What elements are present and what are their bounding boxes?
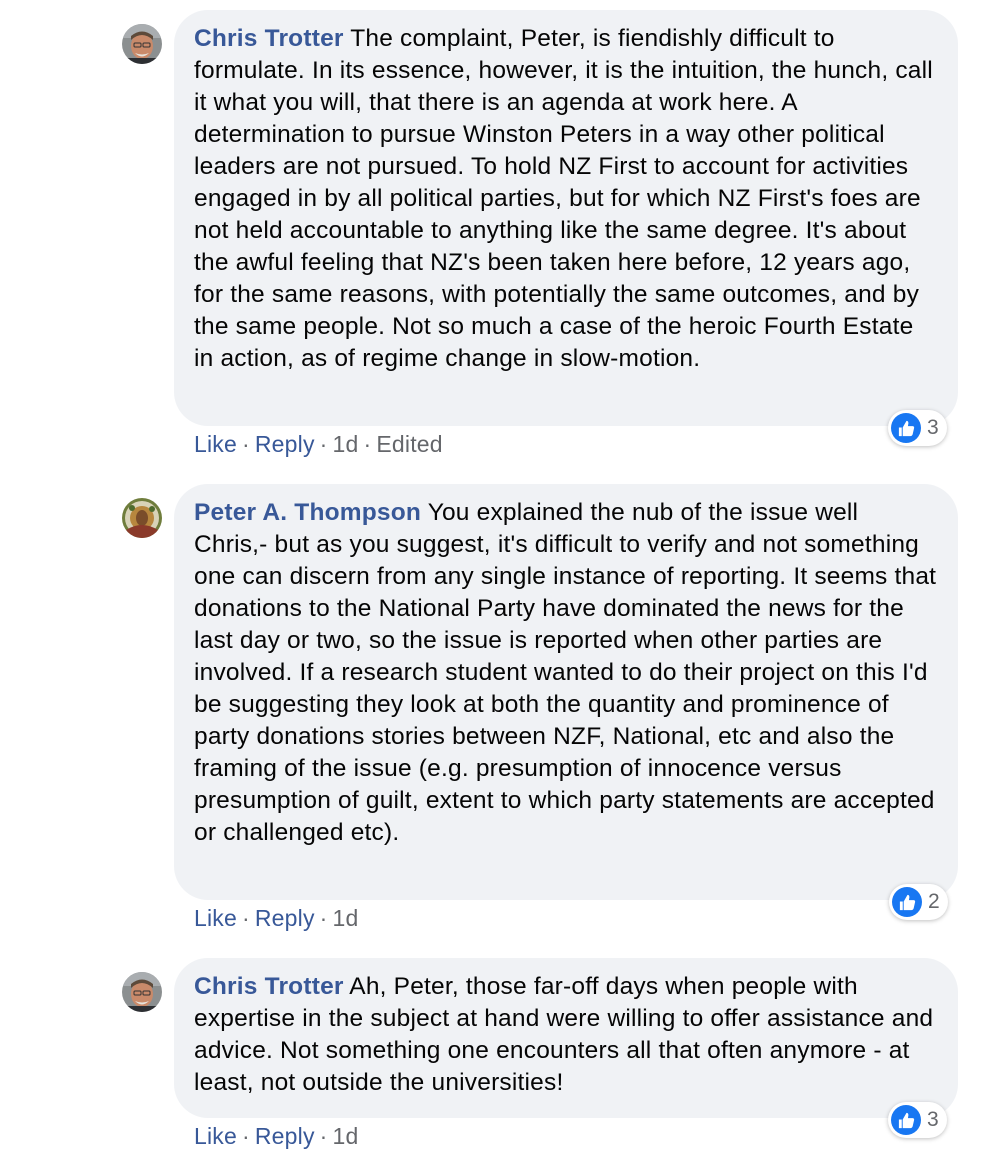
separator: · xyxy=(319,1123,328,1149)
reaction-count: 2 xyxy=(928,890,940,913)
reply-button[interactable]: Reply xyxy=(255,905,315,931)
comment-author[interactable]: Peter A. Thompson xyxy=(194,499,421,526)
comment-author[interactable]: Chris Trotter xyxy=(194,25,344,52)
comment-bubble: Chris Trotter Ah, Peter, those far-off d… xyxy=(174,958,958,1118)
thumbs-up-icon xyxy=(891,1105,921,1135)
avatar[interactable] xyxy=(122,972,162,1012)
comment-author[interactable]: Chris Trotter xyxy=(194,973,344,1000)
thumbs-up-icon xyxy=(892,887,922,917)
timestamp[interactable]: 1d xyxy=(333,431,359,457)
like-button[interactable]: Like xyxy=(194,905,237,931)
reaction-count: 3 xyxy=(927,416,939,439)
separator: · xyxy=(242,905,250,931)
reply-button[interactable]: Reply xyxy=(255,431,315,457)
edited-label[interactable]: Edited xyxy=(376,431,442,457)
reaction-summary[interactable]: 3 xyxy=(888,1102,947,1138)
avatar-chris-trotter xyxy=(122,24,162,64)
comment-text: You explained the nub of the issue well … xyxy=(194,499,937,846)
like-button[interactable]: Like xyxy=(194,431,237,457)
separator: · xyxy=(242,1123,250,1149)
comment-text: The complaint, Peter, is fiendishly diff… xyxy=(194,25,933,372)
avatar[interactable] xyxy=(122,498,162,538)
separator: · xyxy=(363,431,372,457)
timestamp[interactable]: 1d xyxy=(333,905,359,931)
thumbs-up-icon xyxy=(891,413,921,443)
avatar-chris-trotter xyxy=(122,972,162,1012)
like-button[interactable]: Like xyxy=(194,1123,237,1149)
reaction-summary[interactable]: 3 xyxy=(888,410,947,446)
comment-actions: Like · Reply · 1d xyxy=(194,1121,359,1151)
avatar-peter-thompson xyxy=(122,498,162,538)
separator: · xyxy=(319,905,328,931)
comment-actions: Like · Reply · 1d · Edited xyxy=(194,429,443,459)
comment-bubble: Chris Trotter The complaint, Peter, is f… xyxy=(174,10,958,426)
reply-button[interactable]: Reply xyxy=(255,1123,315,1149)
comment-bubble: Peter A. Thompson You explained the nub … xyxy=(174,484,958,900)
separator: · xyxy=(242,431,250,457)
separator: · xyxy=(319,431,328,457)
avatar[interactable] xyxy=(122,24,162,64)
timestamp[interactable]: 1d xyxy=(333,1123,359,1149)
reaction-summary[interactable]: 2 xyxy=(889,884,948,920)
reaction-count: 3 xyxy=(927,1108,939,1131)
comment-actions: Like · Reply · 1d xyxy=(194,903,359,933)
